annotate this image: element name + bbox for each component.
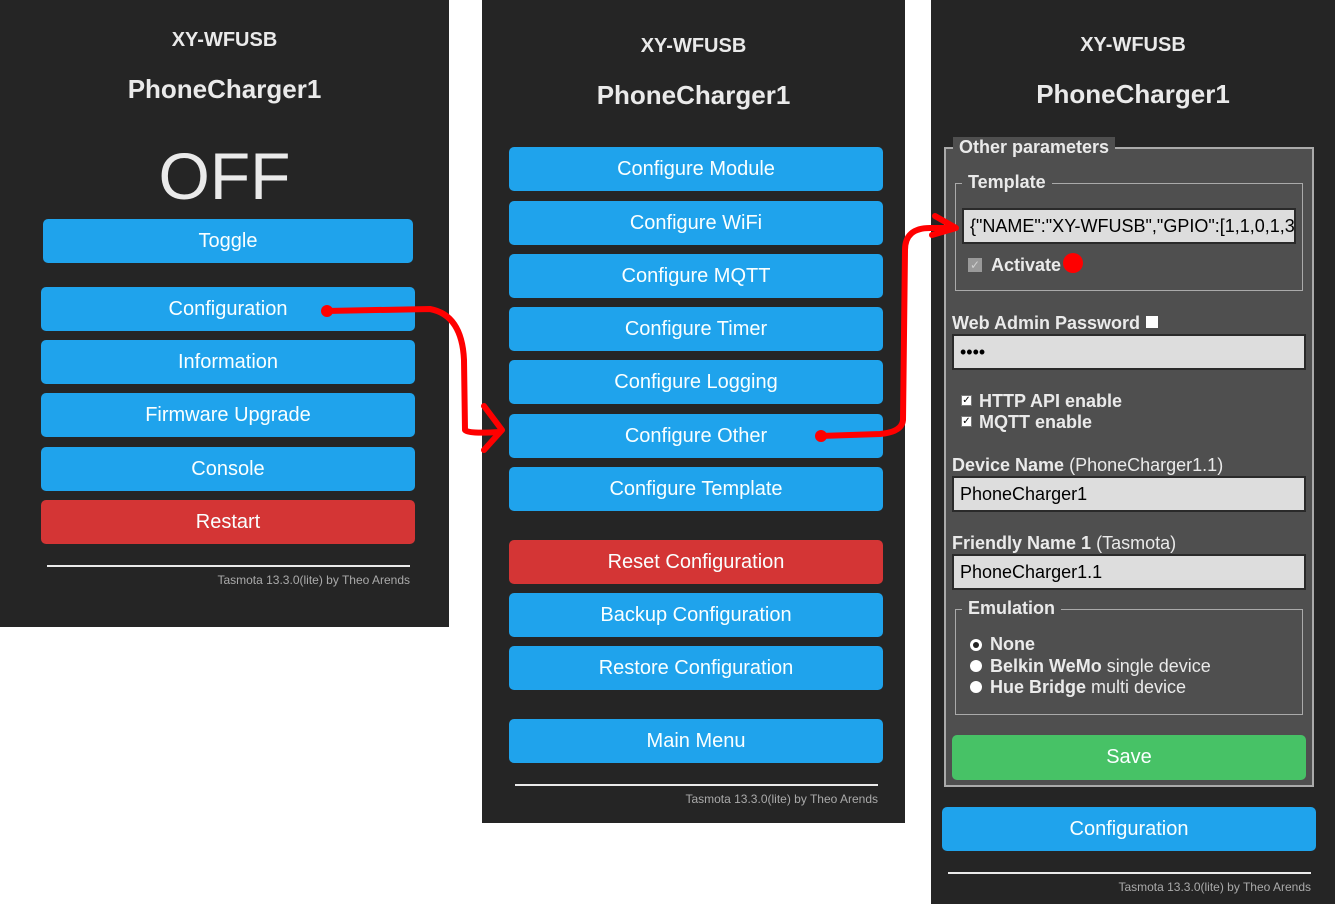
other-parameters-panel: XY-WFUSB PhoneCharger1 Other parameters … — [931, 0, 1335, 904]
module-name: XY-WFUSB — [640, 35, 747, 57]
device-name-hint: (PhoneCharger1.1) — [1069, 455, 1224, 475]
emulation-hue-name: Hue Bridge — [990, 677, 1087, 697]
toggle-button[interactable]: Toggle — [43, 219, 413, 263]
activate-label: Activate — [991, 255, 1062, 275]
emulation-legend: Emulation — [962, 598, 1062, 619]
footer-divider — [515, 784, 878, 786]
module-name: XY-WFUSB — [1080, 34, 1186, 56]
device-name-title: PhoneCharger1 — [1036, 79, 1230, 109]
power-state: OFF — [158, 139, 291, 213]
configure-other-button[interactable]: Configure Other — [509, 414, 883, 458]
friendly-name-hint: (Tasmota) — [1096, 533, 1177, 553]
console-button[interactable]: Console — [41, 447, 415, 491]
footer-text: Tasmota 13.3.0(lite) by Theo Arends — [1118, 880, 1311, 894]
friendly-name-input[interactable]: PhoneCharger1.1 — [952, 554, 1306, 590]
template-input[interactable]: {"NAME":"XY-WFUSB","GPIO":[1,1,0,1,32,0,… — [962, 208, 1296, 244]
device-name-label-text: Device Name — [952, 455, 1065, 475]
footer-text: Tasmota 13.3.0(lite) by Theo Arends — [217, 573, 410, 587]
device-name-label: Device Name (PhoneCharger1.1) — [952, 455, 1223, 476]
show-password-checkbox[interactable] — [1146, 316, 1159, 329]
restore-configuration-button[interactable]: Restore Configuration — [509, 646, 883, 690]
configuration-button[interactable]: Configuration — [942, 807, 1316, 851]
device-name-title: PhoneCharger1 — [596, 80, 791, 110]
emulation-hue-label: Hue Bridge multi device — [990, 677, 1186, 698]
emulation-wemo-label: Belkin WeMo single device — [990, 656, 1211, 677]
configuration-button[interactable]: Configuration — [41, 287, 415, 331]
friendly-name-label: Friendly Name 1 (Tasmota) — [952, 533, 1176, 554]
configure-timer-button[interactable]: Configure Timer — [509, 307, 883, 351]
configuration-menu-panel: XY-WFUSB PhoneCharger1 Configure Module … — [482, 0, 905, 823]
footer-divider — [948, 872, 1311, 874]
configure-logging-button[interactable]: Configure Logging — [509, 360, 883, 404]
footer-divider — [47, 565, 410, 567]
information-button[interactable]: Information — [41, 340, 415, 384]
footer-text: Tasmota 13.3.0(lite) by Theo Arends — [685, 792, 878, 806]
web-admin-password-label: Web Admin Password — [952, 313, 1159, 334]
emulation-wemo-radio[interactable] — [970, 660, 982, 672]
web-admin-password-label-text: Web Admin Password — [952, 313, 1141, 333]
configure-template-button[interactable]: Configure Template — [509, 467, 883, 511]
emulation-none-label: None — [990, 634, 1035, 654]
firmware-upgrade-button[interactable]: Firmware Upgrade — [41, 393, 415, 437]
restart-button[interactable]: Restart — [41, 500, 415, 544]
other-parameters-fieldset: Other parameters Template {"NAME":"XY-WF… — [944, 137, 1314, 787]
reset-configuration-button[interactable]: Reset Configuration — [509, 540, 883, 584]
emulation-hue-radio[interactable] — [970, 681, 982, 693]
save-button[interactable]: Save — [952, 735, 1306, 780]
mqtt-enable-label: MQTT enable — [979, 412, 1093, 432]
emulation-hue-desc: multi device — [1091, 677, 1187, 697]
other-parameters-legend: Other parameters — [953, 137, 1116, 158]
http-api-label: HTTP API enable — [979, 391, 1123, 411]
activate-checkbox[interactable]: ✓ — [968, 258, 982, 272]
emulation-fieldset: Emulation None Belkin WeMo single device… — [955, 598, 1303, 715]
configure-module-button[interactable]: Configure Module — [509, 147, 883, 191]
backup-configuration-button[interactable]: Backup Configuration — [509, 593, 883, 637]
mqtt-enable-checkbox[interactable]: ✓ — [961, 416, 972, 427]
configure-wifi-button[interactable]: Configure WiFi — [509, 201, 883, 245]
configure-mqtt-button[interactable]: Configure MQTT — [509, 254, 883, 298]
http-api-checkbox[interactable]: ✓ — [961, 395, 972, 406]
device-name-title: PhoneCharger1 — [127, 74, 322, 104]
device-name-input[interactable]: PhoneCharger1 — [952, 476, 1306, 512]
main-menu-button[interactable]: Main Menu — [509, 719, 883, 763]
emulation-wemo-name: Belkin WeMo — [990, 656, 1102, 676]
template-legend: Template — [962, 172, 1052, 193]
main-menu-panel: XY-WFUSB PhoneCharger1 OFF Toggle Config… — [0, 0, 449, 627]
emulation-none-radio[interactable] — [970, 639, 982, 651]
module-name: XY-WFUSB — [171, 29, 278, 51]
template-fieldset: Template {"NAME":"XY-WFUSB","GPIO":[1,1,… — [955, 172, 1303, 291]
friendly-name-label-text: Friendly Name 1 — [952, 533, 1092, 553]
web-admin-password-input[interactable]: •••• — [952, 334, 1306, 370]
emulation-wemo-desc: single device — [1106, 656, 1211, 676]
